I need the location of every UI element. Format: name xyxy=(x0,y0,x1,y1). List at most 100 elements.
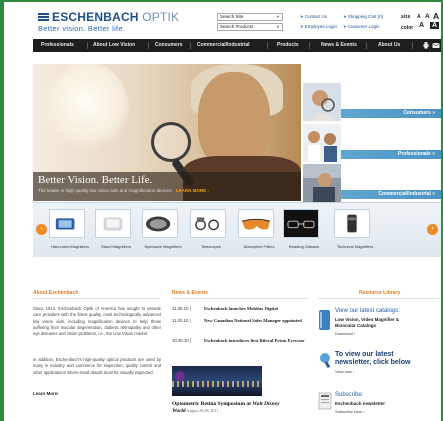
customer-login-link[interactable]: ➤Customer Login xyxy=(343,24,380,30)
brand-name-suffix: OPTIK xyxy=(142,10,180,24)
catalog-book-icon xyxy=(319,310,330,330)
printer-icon[interactable] xyxy=(423,42,429,49)
resources-heading: Resource Library xyxy=(359,290,401,296)
hero-learn-more-link[interactable]: LEARN MORE › xyxy=(176,188,209,193)
page: ESCHENBACH OPTIK Better vision. Better l… xyxy=(4,2,441,421)
feature-news-title[interactable]: Optometric Retina Symposium at Walt Disn… xyxy=(172,401,308,407)
product-stand-magnifiers[interactable]: Stand Magnifiers xyxy=(95,209,137,249)
text-size-medium[interactable]: A xyxy=(425,13,430,20)
consumers-tile[interactable]: Consumers » xyxy=(303,83,441,121)
main-nav: Professionals About Low Vision Consumers… xyxy=(33,39,441,52)
commercial-tile[interactable]: Commercial/Industrial » xyxy=(303,164,441,202)
contact-us-link[interactable]: ➤Contact Us xyxy=(300,14,327,20)
brand-tagline: Better vision. Better life. xyxy=(38,24,126,33)
search-products-select[interactable]: Search Products ▼ xyxy=(217,23,283,31)
subscribe-resource[interactable]: Subscribe: Eschenbach newsletter Subscri… xyxy=(318,392,441,420)
consumers-tile-bar: Consumers » xyxy=(341,109,441,118)
color-normal-option[interactable]: A xyxy=(419,22,424,29)
consumers-photo xyxy=(303,83,341,121)
arrow-bullet-icon: ➤ xyxy=(343,24,347,29)
professionals-tile[interactable]: Professionals » xyxy=(303,124,441,162)
globe-sculpture xyxy=(175,371,185,381)
brand-name: ESCHENBACH xyxy=(52,10,139,24)
news-title: Eschenbach launches Mobilux Digital xyxy=(204,306,278,311)
news-date: 10.20.10 | xyxy=(172,338,192,343)
brand-logo[interactable]: ESCHENBACH OPTIK xyxy=(52,10,179,24)
news-item[interactable]: 11.30.10 | Eschenbach launches Mobilux D… xyxy=(172,306,308,315)
symposium-photo[interactable] xyxy=(172,366,262,396)
catalogs-download-link[interactable]: Download › xyxy=(335,331,355,336)
size-label: size xyxy=(401,14,411,20)
commercial-photo xyxy=(303,164,341,202)
nav-item-consumers[interactable]: Consumers xyxy=(155,39,183,52)
absorptive-filter-image xyxy=(238,209,274,238)
catalogs-resource[interactable]: View our latest catalogs: Low Vision, Vi… xyxy=(318,308,441,344)
product-handheld-magnifiers[interactable]: Hand-held Magnifiers xyxy=(49,209,91,249)
product-spectacle-magnifiers[interactable]: Spectacle Magnifiers xyxy=(142,209,184,249)
hero-photo-face xyxy=(198,72,270,168)
email-icon[interactable] xyxy=(432,42,440,49)
nav-divider xyxy=(267,42,268,49)
text-size-small[interactable]: A xyxy=(417,14,421,20)
arrow-bullet-icon: ➤ xyxy=(300,14,304,19)
reading-glasses-image xyxy=(283,209,319,238)
nav-divider xyxy=(309,42,310,49)
nav-divider xyxy=(87,42,88,49)
spectacle-magnifier-image xyxy=(142,209,178,238)
newsletter-view-link[interactable]: View now › xyxy=(335,369,355,374)
news-date: 11.02.10 | xyxy=(172,318,191,323)
news-title: Eschenbach introduces first Bifocal Pris… xyxy=(204,338,305,343)
subscribe-line: Eschenbach newsletter xyxy=(335,401,386,406)
news-divider xyxy=(172,298,308,299)
hero-banner[interactable]: Better Vision. Better Life. The leader i… xyxy=(33,64,301,201)
nav-item-news-events[interactable]: News & Events xyxy=(321,39,357,52)
subscribe-now-link[interactable]: Subscribe Now › xyxy=(335,409,364,414)
color-contrast-option[interactable]: A xyxy=(430,22,440,29)
news-item[interactable]: 10.20.10 | Eschenbach introduces first B… xyxy=(172,338,308,352)
shopping-cart-link[interactable]: ➤Shopping Cart (0) xyxy=(343,14,383,20)
about-learn-more-link[interactable]: Learn More› xyxy=(33,391,59,396)
product-absorptive-filters[interactable]: Absorptive Filters xyxy=(238,209,280,249)
hero-lamp-glow xyxy=(43,64,129,152)
arrow-bullet-icon: ➤ xyxy=(300,24,304,29)
newsletter-title-line-2: newsletter, click below xyxy=(335,359,411,366)
employee-login-link[interactable]: ➤Employee Login xyxy=(300,24,337,30)
product-carousel: ‹ Hand-held Magnifiers Stand Magnifiers … xyxy=(33,202,441,257)
magnifier-icon xyxy=(151,122,191,162)
chevron-down-icon: ▼ xyxy=(276,24,280,29)
carousel-next-button[interactable]: › xyxy=(427,224,438,235)
resources-divider xyxy=(318,298,441,299)
nav-item-about-us[interactable]: About Us xyxy=(378,39,400,52)
eschenbach-logo-icon[interactable] xyxy=(38,13,49,21)
nav-item-about-low-vision[interactable]: About Low Vision xyxy=(93,39,135,52)
hero-title: Better Vision. Better Life. xyxy=(38,174,153,186)
newsletter-resource[interactable]: To view our latest newsletter, click bel… xyxy=(318,351,441,380)
text-size-large[interactable]: A xyxy=(433,11,439,21)
nav-item-products[interactable]: Products xyxy=(277,39,299,52)
search-site-value: Search Site xyxy=(220,14,244,19)
carousel-prev-button[interactable]: ‹ xyxy=(36,224,47,235)
about-paragraph-2: In addition, Eschenbach's high-quality o… xyxy=(33,357,161,375)
nav-item-commercial[interactable]: Commercial/Industrial xyxy=(197,39,250,52)
news-title: New Canadian National Sales Manager appo… xyxy=(204,318,302,323)
nav-divider xyxy=(412,42,413,49)
professionals-tile-bar: Professionals » xyxy=(341,150,441,159)
news-heading: News & Events xyxy=(172,290,208,296)
arrow-bullet-icon: ➤ xyxy=(343,14,347,19)
product-reading-glasses[interactable]: Reading Glasses xyxy=(283,209,325,249)
commercial-tile-bar: Commercial/Industrial » xyxy=(341,190,441,199)
telescope-glasses-image xyxy=(190,209,226,238)
catalogs-title: View our latest catalogs: xyxy=(335,308,400,314)
search-site-select[interactable]: Search Site ▼ xyxy=(217,13,283,21)
product-technical-magnifiers[interactable]: Technical Magnifiers xyxy=(334,209,376,249)
city-lights xyxy=(172,381,262,387)
chevron-down-icon: ▼ xyxy=(276,14,280,19)
technical-magnifier-image xyxy=(334,209,370,238)
feature-news-subtitle: World August 26-28, 2011 xyxy=(172,408,219,414)
news-item[interactable]: 11.02.10 | New Canadian National Sales M… xyxy=(172,318,308,332)
catalogs-line: Low Vision, Video Magnifier & xyxy=(335,317,400,322)
product-telescopes[interactable]: Telescopes xyxy=(190,209,232,249)
nav-item-professionals[interactable]: Professionals xyxy=(41,39,74,52)
about-paragraph-1: Since 1913, Eschenbach Optik of America … xyxy=(33,306,161,337)
handheld-magnifier-image xyxy=(49,209,85,238)
